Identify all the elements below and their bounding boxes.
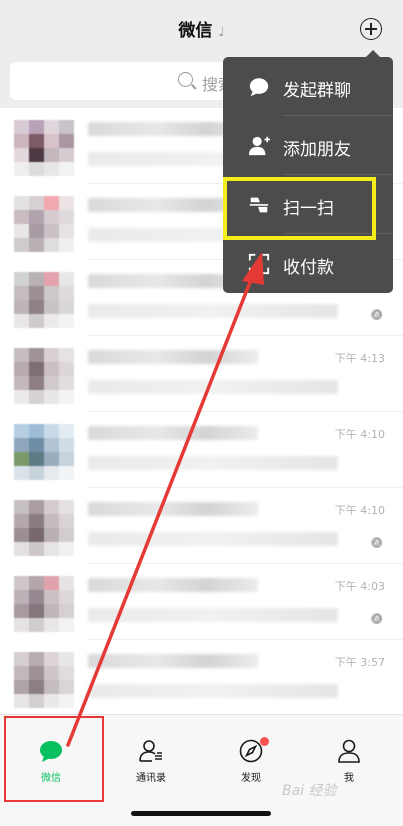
- home-indicator: [131, 811, 271, 816]
- annotation-arrow: [66, 252, 264, 747]
- watermark: Bai 经验: [282, 783, 337, 799]
